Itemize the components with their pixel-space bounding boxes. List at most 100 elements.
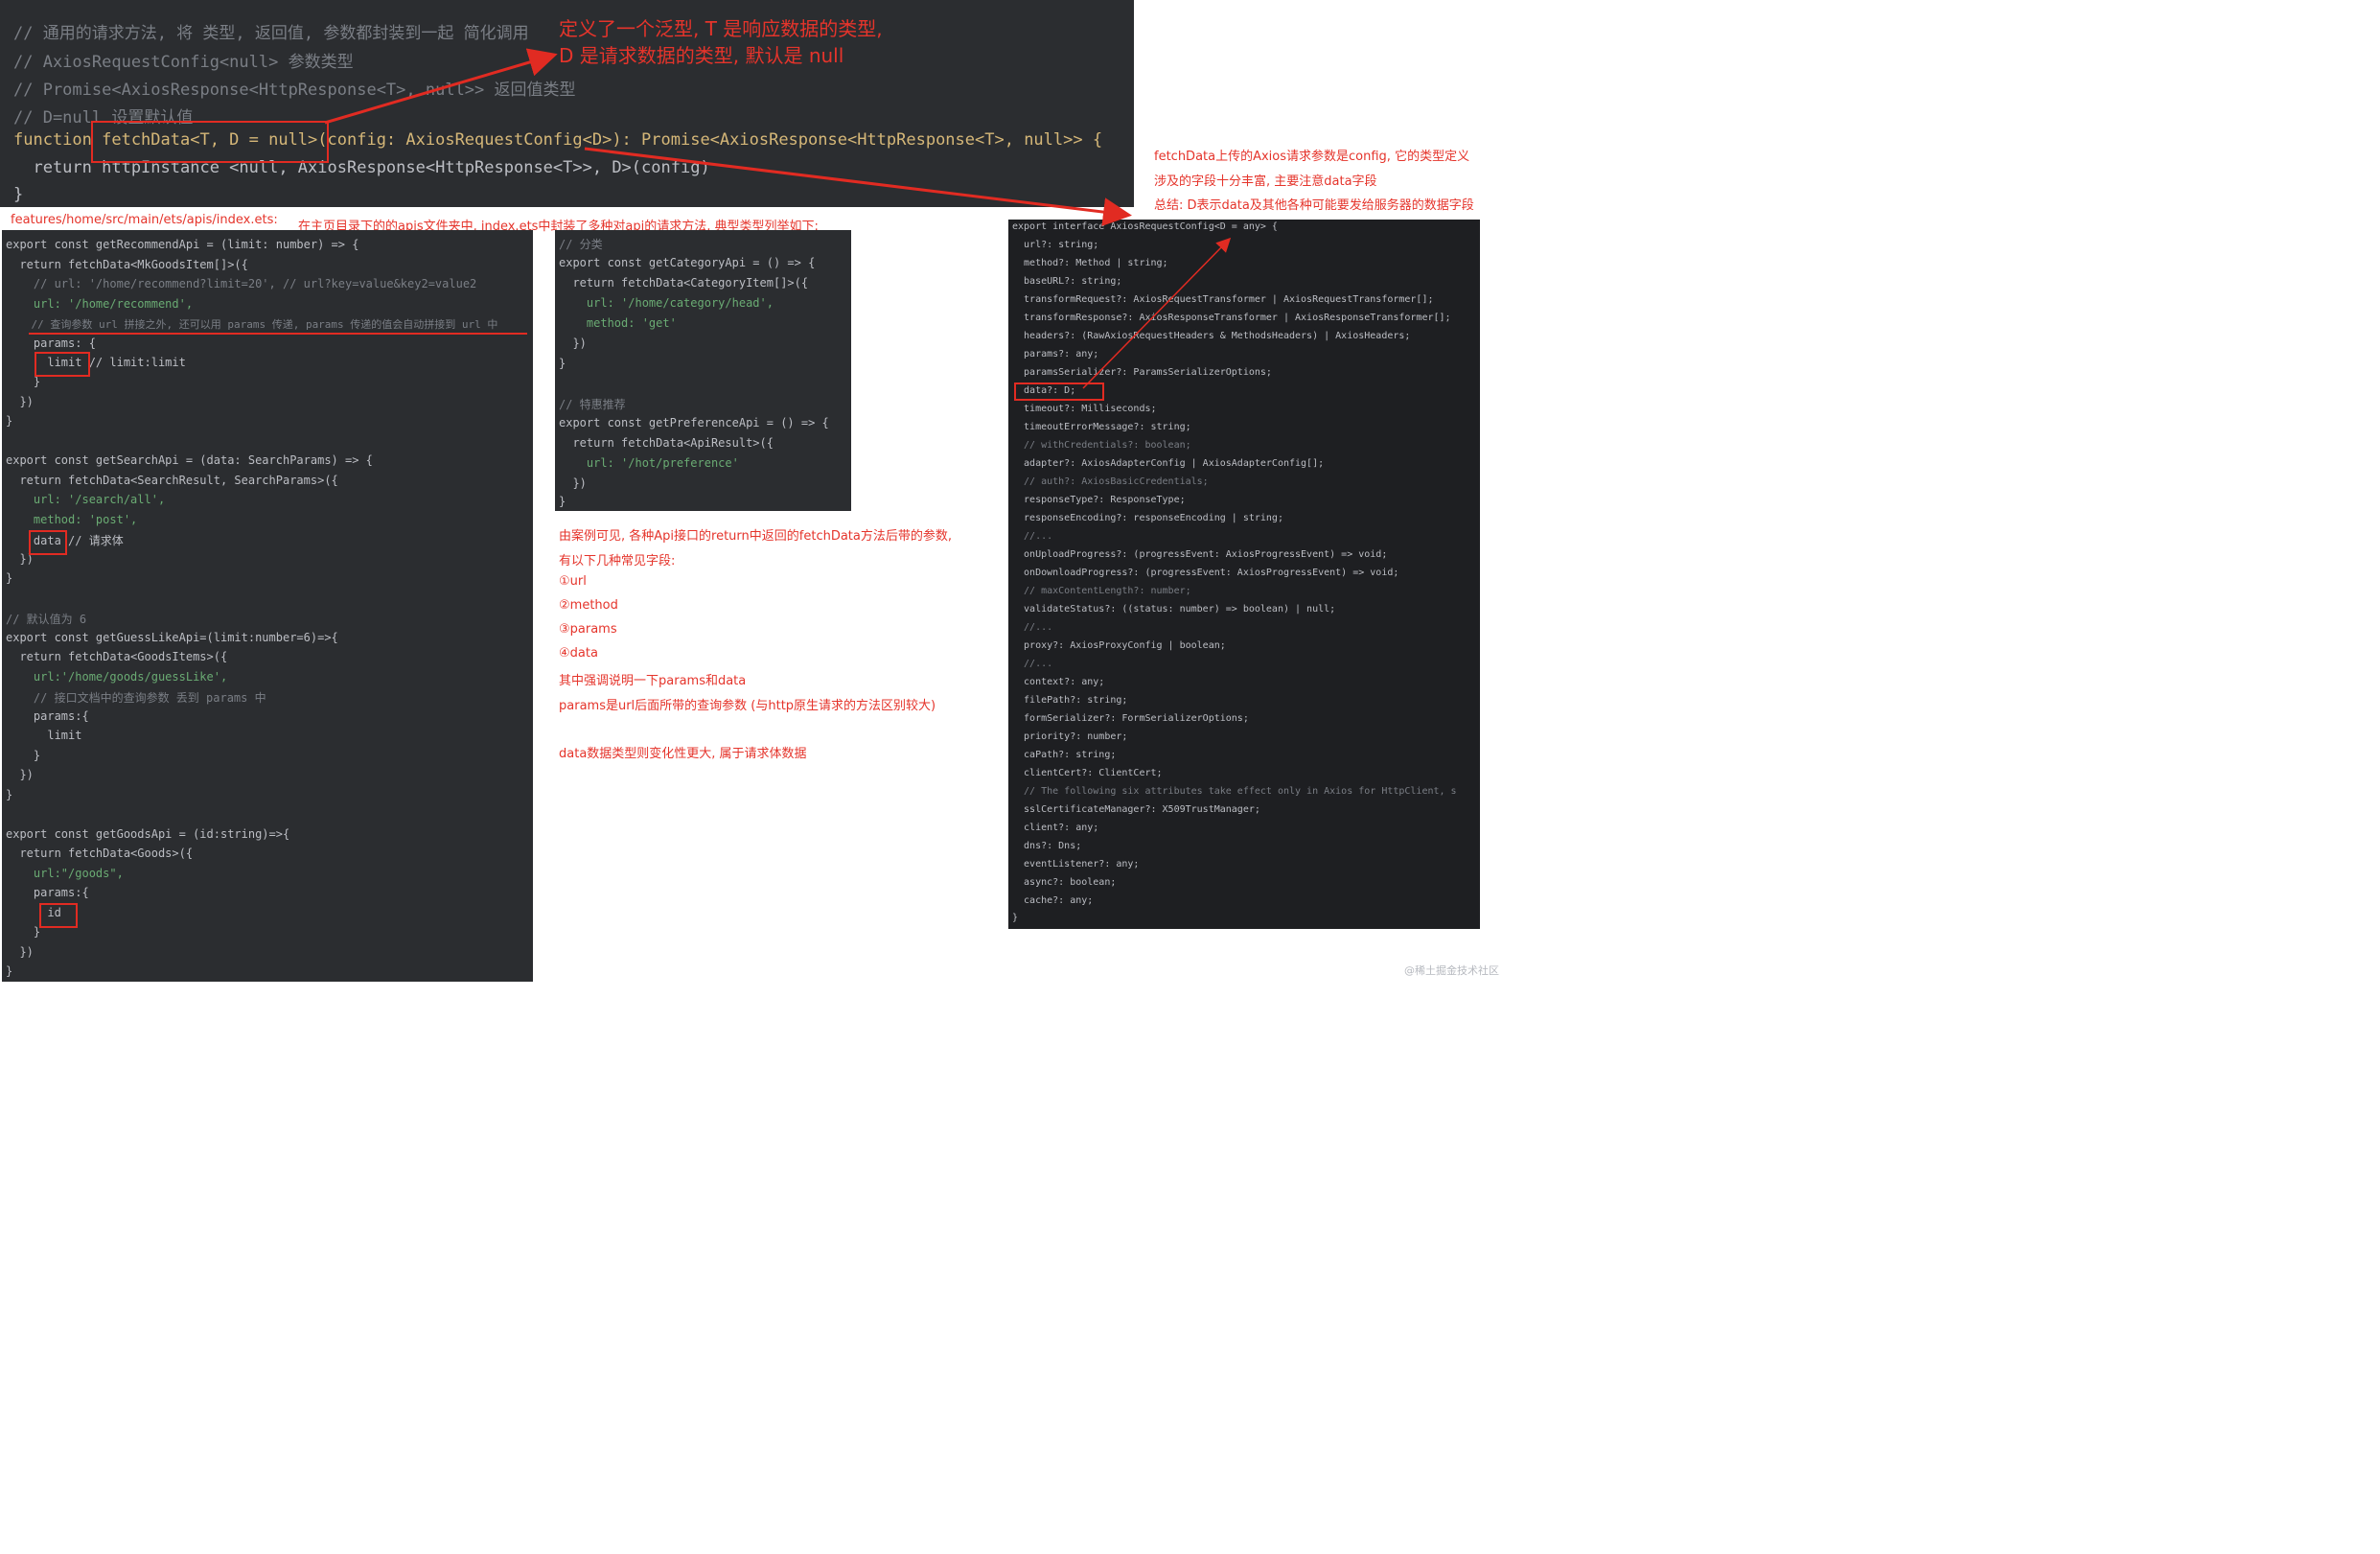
code-line: url: '/home/category/head', [559,296,774,310]
code-line: url?: string; [1012,240,1099,250]
code-line: //... [1012,659,1053,669]
code-line: timeout?: Milliseconds; [1012,404,1157,414]
code-line: method: 'get' [559,316,677,330]
code-line: dns?: Dns; [1012,841,1082,851]
code-line: export interface AxiosRequestConfig<D = … [1012,221,1278,232]
code-line: params?: any; [1012,349,1099,360]
code-line: baseURL?: string; [1012,276,1122,287]
code-line: sslCertificateManager?: X509TrustManager… [1012,804,1260,815]
code-line: // auth?: AxiosBasicCredentials; [1012,476,1209,487]
code-line: url: '/search/all', [6,493,166,506]
code-line: // 分类 [559,238,603,251]
left-code-panel: export const getRecommendApi = (limit: n… [2,230,533,982]
code-line: export const getSearchApi = (data: Searc… [6,453,373,467]
code-line: onUploadProgress?: (progressEvent: Axios… [1012,549,1388,560]
code-line: params:{ [6,709,89,723]
code-line: responseEncoding?: responseEncoding | st… [1012,513,1283,523]
code-line: caPath?: string; [1012,750,1117,760]
code-line: limit [6,729,82,742]
code-line: } [559,495,566,508]
code-line: timeoutErrorMessage?: string; [1012,422,1191,432]
code-line: eventListener?: any; [1012,859,1140,870]
code-line: // 特惠推荐 [559,398,626,411]
code-line: }) [6,395,34,408]
summary-line: ①url [559,574,587,589]
code-line: export const getCategoryApi = () => { [559,256,816,269]
code-line: formSerializer?: FormSerializerOptions; [1012,713,1249,724]
generic-note-line: 定义了一个泛型, T 是响应数据的类型, [559,17,883,40]
code-line: params:{ [6,886,89,899]
config-note-line: 总结: D表示data及其他各种可能要发给服务器的数据字段 [1154,198,1474,213]
code-line: } [6,749,41,762]
summary-line: params是url后面所带的查询参数 (与http原生请求的方法区别较大) [559,699,936,713]
code-line: url: '/home/recommend', [6,297,194,311]
code-line: transformResponse?: AxiosResponseTransfo… [1012,313,1451,323]
code-line: url:"/goods", [6,867,124,880]
code-line: } [6,414,13,428]
code-line: client?: any; [1012,823,1099,833]
summary-line: 其中强调说明一下params和data [559,674,747,688]
code-line: } [13,185,24,204]
code-line: } [559,357,566,370]
code-line: // Promise<AxiosResponse<HttpResponse<T>… [13,81,576,100]
code-line: return fetchData<GoodsItems>({ [6,650,228,663]
summary-line: ④data [559,646,598,661]
code-line: return fetchData<Goods>({ [6,847,194,860]
code-line: return fetchData<MkGoodsItem[]>({ [6,258,248,271]
summary-line: 由案例可见, 各种Api接口的return中返回的fetchData方法后带的参… [559,529,953,544]
code-line: //... [1012,531,1053,542]
code-line: }) [6,768,34,781]
summary-line: 有以下几种常见字段: [559,554,676,568]
data-highlight-box [29,530,67,555]
code-line: export const getGoodsApi = (id:string)=>… [6,827,290,841]
generic-note-line: D 是请求数据的类型, 默认是 null [559,44,844,67]
code-line: } [6,925,41,939]
code-line: filePath?: string; [1012,695,1128,706]
code-line: validateStatus?: ((status: number) => bo… [1012,604,1336,615]
code-line: transformRequest?: AxiosRequestTransform… [1012,294,1434,305]
watermark: @稀土掘金技术社区 [1404,964,1499,977]
right-code-panel: export interface AxiosRequestConfig<D = … [1008,220,1480,929]
code-line: // 查询参数 url 拼接之外, 还可以用 params 传递, params… [6,318,498,331]
code-line: clientCert?: ClientCert; [1012,768,1163,778]
code-line: responseType?: ResponseType; [1012,495,1186,505]
data-field-highlight-box [1014,383,1104,401]
params-underline [29,333,527,335]
code-line: cache?: any; [1012,895,1094,906]
config-note-line: fetchData上传的Axios请求参数是config, 它的类型定义 [1154,150,1470,164]
code-line: return fetchData<SearchResult, SearchPar… [6,474,338,487]
code-line: // maxContentLength?: number; [1012,586,1191,596]
code-line: async?: boolean; [1012,877,1117,888]
code-line: }) [6,945,34,959]
code-line: export const getPreferenceApi = () => { [559,416,829,429]
code-line: return fetchData<CategoryItem[]>({ [559,276,809,290]
code-line: } [6,375,41,388]
code-line: }) [559,476,587,490]
code-line: proxy?: AxiosProxyConfig | boolean; [1012,640,1226,651]
code-line: } [6,788,13,801]
code-line: // AxiosRequestConfig<null> 参数类型 [13,53,354,72]
code-line: adapter?: AxiosAdapterConfig | AxiosAdap… [1012,458,1325,469]
summary-line: data数据类型则变化性更大, 属于请求体数据 [559,747,807,761]
code-line: // withCredentials?: boolean; [1012,440,1191,451]
code-line: method: 'post', [6,513,138,526]
code-line: priority?: number; [1012,731,1128,742]
config-note-line: 涉及的字段十分丰富, 主要注意data字段 [1154,174,1377,189]
code-line: onDownloadProgress?: (progressEvent: Axi… [1012,568,1399,578]
code-line: } [1012,913,1019,923]
code-line: url: '/hot/preference' [559,456,739,470]
code-line: limit // limit:limit [6,356,186,369]
code-line: } [6,571,13,585]
code-line: //... [1012,622,1053,633]
code-line: export const getRecommendApi = (limit: n… [6,238,359,251]
code-line: // 默认值为 6 [6,613,87,626]
file-path-label: features/home/src/main/ets/apis/index.et… [11,213,278,227]
code-line: context?: any; [1012,677,1105,687]
code-line: paramsSerializer?: ParamsSerializerOptio… [1012,367,1272,378]
code-line: // 接口文档中的查询参数 丢到 params 中 [6,691,266,705]
code-line: headers?: (RawAxiosRequestHeaders & Meth… [1012,331,1411,341]
code-line: url:'/home/goods/guessLike', [6,670,228,684]
code-line: return fetchData<ApiResult>({ [559,436,774,450]
summary-line: ②method [559,598,618,613]
code-line: }) [559,336,587,350]
